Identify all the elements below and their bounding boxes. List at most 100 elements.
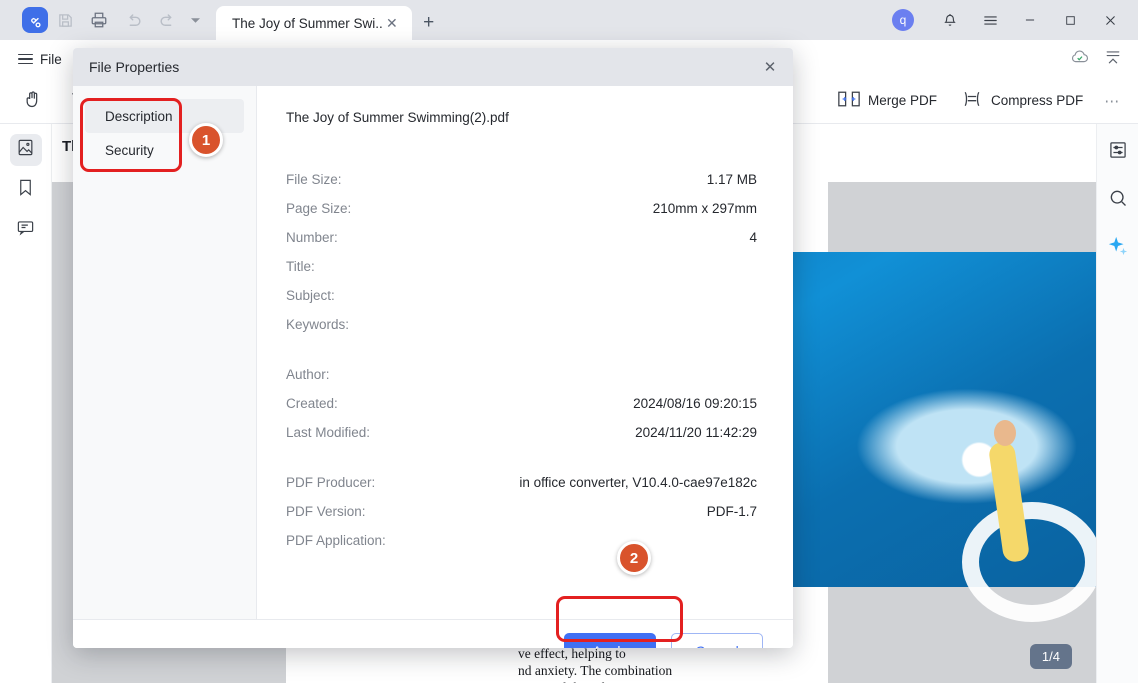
file-name-value: The Joy of Summer Swimming(2).pdf — [286, 110, 509, 125]
sidebar-item-comments[interactable] — [10, 214, 42, 246]
chevron-down-icon[interactable] — [184, 5, 206, 35]
property-key: File Size: — [286, 172, 342, 187]
property-row: PDF Application: — [286, 533, 757, 562]
ribbon-overflow-button[interactable]: ⋯ — [1098, 92, 1126, 110]
left-sidebar — [0, 124, 52, 683]
property-row[interactable]: Title: — [286, 259, 757, 288]
file-menu-label: File — [40, 51, 62, 67]
property-row: File Size: 1.17 MB — [286, 172, 757, 201]
property-row: Last Modified: 2024/11/20 11:42:29 — [286, 425, 757, 454]
dialog-content: The Joy of Summer Swimming(2).pdf File S… — [257, 86, 793, 619]
maximize-button[interactable] — [1050, 0, 1090, 40]
property-key: Page Size: — [286, 201, 352, 216]
property-key: Keywords: — [286, 317, 350, 332]
dialog-tab-description[interactable]: Description — [85, 99, 244, 133]
hamburger-icon — [18, 51, 33, 68]
right-sidebar — [1096, 124, 1138, 683]
close-window-button[interactable] — [1090, 0, 1130, 40]
minimize-button[interactable] — [1010, 0, 1050, 40]
ai-sparkle-icon — [1107, 235, 1129, 262]
property-key: Created: — [286, 396, 338, 411]
property-key: Subject: — [286, 288, 335, 303]
tab-document[interactable]: The Joy of Summer Swi... ✕ — [216, 6, 412, 40]
property-row[interactable]: Subject: — [286, 288, 757, 317]
bookmark-icon — [16, 178, 35, 202]
collapse-ribbon-icon[interactable] — [1104, 49, 1122, 70]
property-row: PDF Version: PDF-1.7 — [286, 504, 757, 533]
sidebar-item-thumbnails[interactable] — [9, 134, 42, 166]
property-key: Number: — [286, 230, 338, 245]
property-value: 1.17 MB — [706, 172, 757, 187]
property-key: Title: — [286, 259, 315, 274]
rightbar-item-search[interactable] — [1104, 186, 1132, 214]
merge-pdf-button[interactable]: Merge PDF — [829, 85, 946, 117]
compress-pdf-button[interactable]: Compress PDF — [952, 85, 1092, 117]
swimmer-head — [994, 420, 1016, 446]
close-icon[interactable]: ✕ — [759, 56, 781, 78]
doc-paragraph-line: rtion and the calming — [518, 679, 633, 683]
cancel-button[interactable]: Cancel — [671, 632, 763, 648]
bell-icon[interactable] — [930, 0, 970, 40]
property-row[interactable]: Author: — [286, 367, 757, 396]
save-icon[interactable] — [48, 5, 82, 35]
search-icon — [1108, 188, 1128, 213]
property-key: PDF Version: — [286, 504, 366, 519]
sliders-icon — [1108, 140, 1128, 165]
merge-pdf-icon — [838, 89, 860, 112]
redo-icon[interactable] — [150, 5, 184, 35]
property-key: Last Modified: — [286, 425, 371, 440]
main-menu-icon[interactable] — [970, 0, 1010, 40]
dialog-footer: Apply Cancel — [73, 619, 793, 648]
hand-tool-button[interactable] — [14, 85, 52, 117]
comment-icon — [16, 218, 35, 242]
compress-pdf-label: Compress PDF — [991, 93, 1084, 108]
property-row: Created: 2024/08/16 09:20:15 — [286, 396, 757, 425]
step-badge-2: 2 — [617, 541, 651, 575]
menubar-right-group — [1070, 49, 1138, 70]
property-row: Number: 4 — [286, 230, 757, 259]
print-icon[interactable] — [82, 5, 116, 35]
tab-strip: The Joy of Summer Swi... ✕ + — [216, 0, 446, 40]
dialog-body: Description Security The Joy of Summer S… — [73, 86, 793, 619]
property-row: Page Size: 210mm x 297mm — [286, 201, 757, 230]
property-row: PDF Producer: in office converter, V10.4… — [286, 475, 757, 504]
page-thumbnail-icon — [16, 138, 35, 162]
property-row[interactable]: Keywords: — [286, 317, 757, 346]
step-badge-1: 1 — [189, 123, 223, 157]
property-value: 2024/08/16 09:20:15 — [633, 396, 757, 411]
merge-pdf-label: Merge PDF — [868, 93, 938, 108]
property-value: PDF-1.7 — [706, 504, 757, 519]
titlebar-right-group: q — [892, 0, 1138, 40]
dialog-sidebar: Description Security — [73, 86, 257, 619]
page-indicator: 1/4 — [1029, 644, 1072, 669]
rightbar-item-ai[interactable] — [1104, 234, 1132, 262]
dialog-title-bar: File Properties ✕ — [73, 48, 793, 86]
property-key: PDF Application: — [286, 533, 386, 548]
property-value: 210mm x 297mm — [652, 201, 757, 216]
sidebar-item-bookmarks[interactable] — [10, 174, 42, 206]
property-value: in office converter, V10.4.0-cae97e182c — [519, 475, 757, 490]
cloud-sync-icon[interactable] — [1070, 49, 1090, 70]
app-window: The Joy of Summer Swi... ✕ + q File Merg… — [0, 0, 1138, 683]
file-properties-dialog: File Properties ✕ Description Security T… — [73, 48, 793, 648]
rightbar-item-properties[interactable] — [1104, 138, 1132, 166]
file-menu-button[interactable]: File — [18, 51, 62, 68]
apply-button[interactable]: Apply — [564, 632, 656, 648]
close-icon[interactable]: ✕ — [382, 15, 402, 32]
dialog-tab-label: Security — [105, 142, 154, 158]
app-logo-icon[interactable] — [22, 7, 48, 33]
title-bar: The Joy of Summer Swi... ✕ + q — [0, 0, 1138, 40]
hand-tool-icon — [23, 89, 43, 112]
avatar[interactable]: q — [892, 9, 914, 31]
dialog-title: File Properties — [89, 59, 180, 75]
dialog-tab-label: Description — [105, 108, 173, 124]
property-key: PDF Producer: — [286, 475, 376, 490]
property-key: Author: — [286, 367, 330, 382]
float-ring — [962, 502, 1096, 622]
new-tab-button[interactable]: + — [412, 6, 446, 40]
compress-pdf-icon — [961, 89, 983, 112]
tab-label: The Joy of Summer Swi... — [232, 15, 382, 31]
undo-icon[interactable] — [116, 5, 150, 35]
